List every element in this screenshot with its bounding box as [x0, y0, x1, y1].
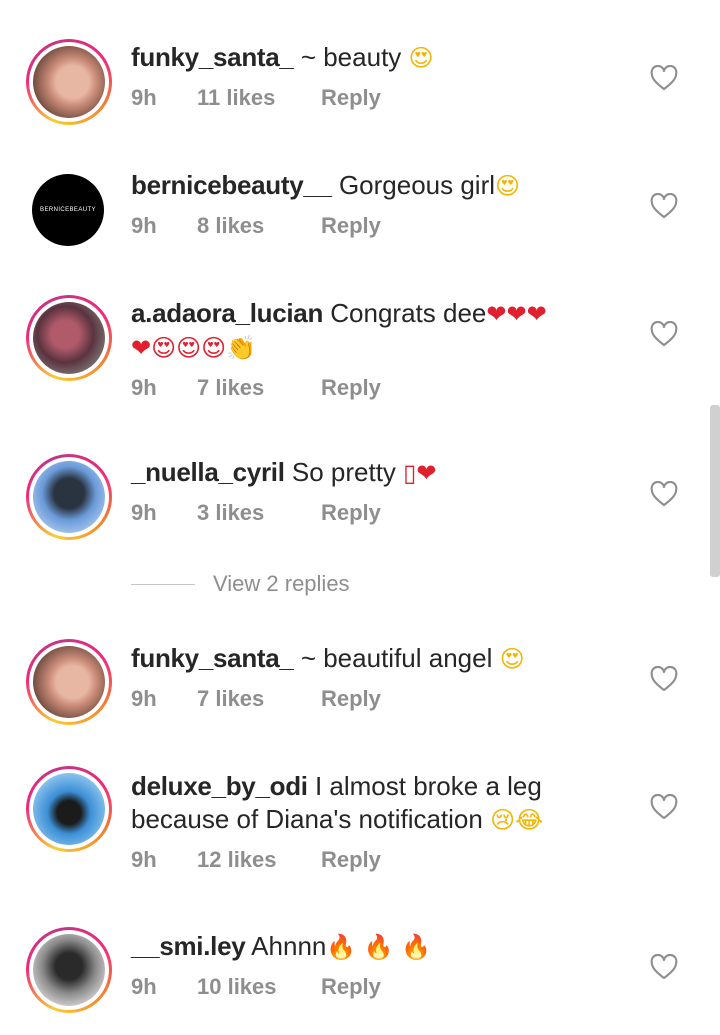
reply-button[interactable]: Reply — [321, 500, 381, 526]
comment-time: 9h — [131, 500, 157, 525]
comment-text: funky_santa_ ~ beauty 😍 — [131, 42, 434, 72]
comment-likes[interactable]: 7 likes — [197, 375, 321, 401]
reply-button[interactable]: Reply — [321, 847, 381, 873]
reply-button[interactable]: Reply — [321, 974, 381, 1000]
reply-button[interactable]: Reply — [321, 213, 381, 239]
comment-likes[interactable]: 8 likes — [197, 213, 321, 239]
divider-line — [131, 583, 195, 585]
comment-username[interactable]: _nuella_cyril — [131, 457, 285, 487]
avatar[interactable] — [26, 454, 112, 540]
heart-outline-icon[interactable] — [650, 954, 678, 980]
comment-username[interactable]: deluxe_by_odi — [131, 771, 308, 801]
avatar[interactable] — [26, 295, 112, 381]
avatar[interactable] — [26, 927, 112, 1013]
comment-text: deluxe_by_odi I almost broke a leg becau… — [131, 771, 544, 834]
emoji: 😍 — [499, 645, 525, 673]
emoji: 😍 — [408, 44, 434, 72]
scrollbar[interactable] — [710, 405, 720, 577]
avatar[interactable] — [26, 766, 112, 852]
view-replies[interactable]: View 2 replies — [131, 571, 350, 597]
emoji: 🔥 🔥 🔥 — [326, 933, 432, 961]
reply-button[interactable]: Reply — [321, 686, 381, 712]
comment-likes[interactable]: 3 likes — [197, 500, 321, 526]
comment-text: funky_santa_ ~ beautiful angel 😍 — [131, 643, 525, 673]
comment-likes[interactable]: 12 likes — [197, 847, 321, 873]
comment-meta: 9h 11 likes Reply — [131, 85, 631, 111]
reply-button[interactable]: Reply — [321, 375, 381, 401]
emoji: ❤❤❤ — [486, 300, 547, 328]
reply-button[interactable]: Reply — [321, 85, 381, 111]
comment-likes[interactable]: 7 likes — [197, 686, 321, 712]
comment-text: a.adaora_lucian Congrats dee❤❤❤ ❤😍😍😍👏 — [131, 298, 547, 362]
comment-likes[interactable]: 10 likes — [197, 974, 321, 1000]
avatar[interactable] — [26, 39, 112, 125]
comment-username[interactable]: __smi.ley — [131, 931, 246, 961]
comment-text: _nuella_cyril So pretty ▯❤ — [131, 457, 437, 487]
emoji: ❤😍😍😍👏 — [131, 334, 257, 362]
view-replies-label[interactable]: View 2 replies — [213, 571, 350, 597]
avatar[interactable]: BERNICEBEAUTY — [32, 174, 104, 246]
comment-text: bernicebeauty__ Gorgeous girl😍 — [131, 170, 521, 200]
comment-username[interactable]: funky_santa_ — [131, 42, 294, 72]
comment-username[interactable]: a.adaora_lucian — [131, 298, 323, 328]
heart-outline-icon[interactable] — [650, 65, 678, 91]
heart-outline-icon[interactable] — [650, 481, 678, 507]
comment-time: 9h — [131, 85, 157, 110]
comment-time: 9h — [131, 847, 157, 872]
comment-username[interactable]: funky_santa_ — [131, 643, 294, 673]
heart-outline-icon[interactable] — [650, 794, 678, 820]
emoji: ▯❤ — [403, 459, 437, 487]
comment-time: 9h — [131, 213, 157, 238]
avatar-logo-text: BERNICEBEAUTY — [40, 207, 96, 213]
comment-text: __smi.ley Ahnnn🔥 🔥 🔥 — [131, 931, 432, 961]
comment-meta: 9h 12 likes Reply — [131, 847, 631, 873]
comment-meta: 9h 7 likes Reply — [131, 375, 631, 401]
heart-outline-icon[interactable] — [650, 666, 678, 692]
comment-time: 9h — [131, 375, 157, 400]
comment-meta: 9h 10 likes Reply — [131, 974, 631, 1000]
avatar[interactable] — [26, 639, 112, 725]
comment-time: 9h — [131, 686, 157, 711]
comment-username[interactable]: bernicebeauty__ — [131, 170, 332, 200]
comment-likes[interactable]: 11 likes — [197, 85, 321, 111]
emoji: 😢😂 — [490, 806, 544, 834]
comment-meta: 9h 3 likes Reply — [131, 500, 631, 526]
comment-meta: 9h 7 likes Reply — [131, 686, 631, 712]
heart-outline-icon[interactable] — [650, 321, 678, 347]
emoji: 😍 — [495, 172, 521, 200]
comment-time: 9h — [131, 974, 157, 999]
comment-meta: 9h 8 likes Reply — [131, 213, 631, 239]
heart-outline-icon[interactable] — [650, 193, 678, 219]
